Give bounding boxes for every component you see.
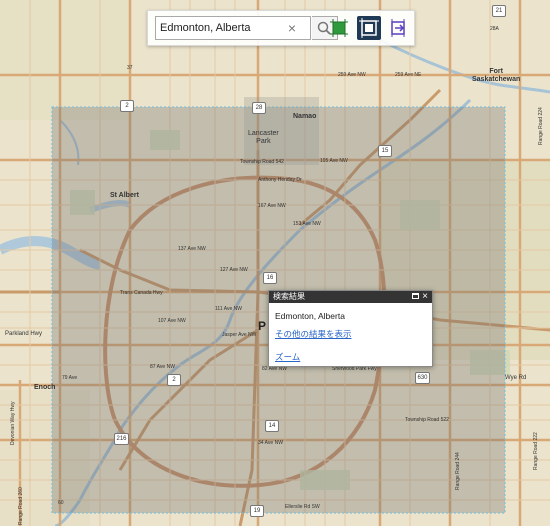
label-34-ave: 34 Ave NW [258, 440, 283, 446]
label-wye-rd: Wye Rd [505, 375, 527, 381]
label-127-ave: 127 Ave NW [220, 267, 248, 273]
more-results-link[interactable]: その他の結果を表示 [275, 328, 352, 340]
label-range-rd-260: Range Road 260 [18, 487, 24, 525]
clip-tool-button[interactable] [386, 16, 410, 40]
extent-tool-button[interactable] [327, 16, 351, 40]
label-range-rd-222: Range Road 222 [533, 432, 539, 470]
hwy-shield-19: 19 [250, 505, 264, 517]
map-view[interactable]: 2 28 15 16 216 14 630 2 21 19 Fort Saska… [0, 0, 550, 526]
label-hwy-60: 60 [58, 500, 64, 506]
search-box: × [155, 16, 311, 40]
label-township-542: Township Road 542 [240, 159, 284, 165]
maximize-icon[interactable] [412, 293, 419, 299]
search-input[interactable] [156, 17, 290, 39]
hwy-shield-16: 16 [263, 272, 277, 284]
close-icon: × [287, 20, 297, 36]
label-87-ave: 87 Ave NW [150, 364, 175, 370]
label-range-rd-244: Range Road 244 [455, 452, 461, 490]
label-195-ave: 195 Ave NW [320, 158, 348, 164]
hwy-shield-28: 28 [252, 102, 266, 114]
label-anthony-henday: Anthony Henday Dr [258, 177, 302, 183]
label-jasper-ave: Jasper Ave NW [222, 332, 257, 338]
label-st-albert: St Albert [110, 192, 139, 199]
label-lancaster-park: Lancaster Park [248, 130, 279, 145]
label-fort-saskatchewan: Fort Saskatchewan [472, 68, 521, 83]
label-137-ave: 137 Ave NW [178, 246, 206, 252]
label-devonian-way: Devonian Way Hwy [10, 401, 16, 445]
location-marker[interactable]: P [258, 320, 268, 332]
label-259-ave: 259 Ave NW [338, 72, 366, 78]
hwy-shield-2b: 2 [167, 374, 181, 386]
hwy-shield-21: 21 [492, 5, 506, 17]
label-namao: Namao [293, 113, 317, 120]
label-153-ave: 153 Ave NW [293, 221, 321, 227]
hwy-shield-630: 630 [415, 372, 430, 384]
label-107-ave: 107 Ave NW [158, 318, 186, 324]
select-area-icon [359, 18, 379, 38]
basemap [0, 0, 550, 526]
hwy-shield-15: 15 [378, 145, 392, 157]
select-area-tool-button[interactable] [357, 16, 381, 40]
label-trans-canada: Trans Canada Hwy [120, 290, 163, 296]
label-111-ave: 111 Ave NW [215, 306, 242, 312]
label-259-ave-ne: 259 Ave NE [395, 72, 422, 78]
close-icon: × [422, 291, 428, 302]
label-ellerslie: Ellerslie Rd SW [285, 504, 320, 510]
label-range-rd-224: Range Road 224 [538, 107, 544, 145]
hwy-shield-14: 14 [265, 420, 279, 432]
clip-icon [391, 19, 405, 37]
popup-close-button[interactable]: × [420, 291, 430, 303]
label-township-522: Township Road 522 [405, 417, 449, 423]
label-167-ave: 167 Ave NW [258, 203, 286, 209]
hwy-shield-2: 2 [120, 100, 134, 112]
label-79-ave: 79 Ave [62, 375, 78, 381]
label-hwy-28a: 28A [490, 26, 499, 32]
label-parkland-hwy: Parkland Hwy [5, 331, 43, 337]
label-enoch: Enoch [34, 384, 56, 391]
search-toolbar: × [147, 10, 415, 46]
extent-icon [330, 19, 348, 37]
popup-header: 検索結果 × [269, 291, 432, 303]
popup-result-title: Edmonton, Alberta [275, 311, 345, 321]
clear-search-button[interactable]: × [285, 20, 299, 36]
hwy-shield-216: 216 [114, 433, 129, 445]
search-result-popup: 検索結果 × Edmonton, Alberta その他の結果を表示 ズーム [268, 290, 433, 367]
popup-header-title: 検索結果 [273, 292, 305, 301]
zoom-link[interactable]: ズーム [275, 351, 300, 363]
label-hwy-37: 37 [127, 65, 133, 71]
